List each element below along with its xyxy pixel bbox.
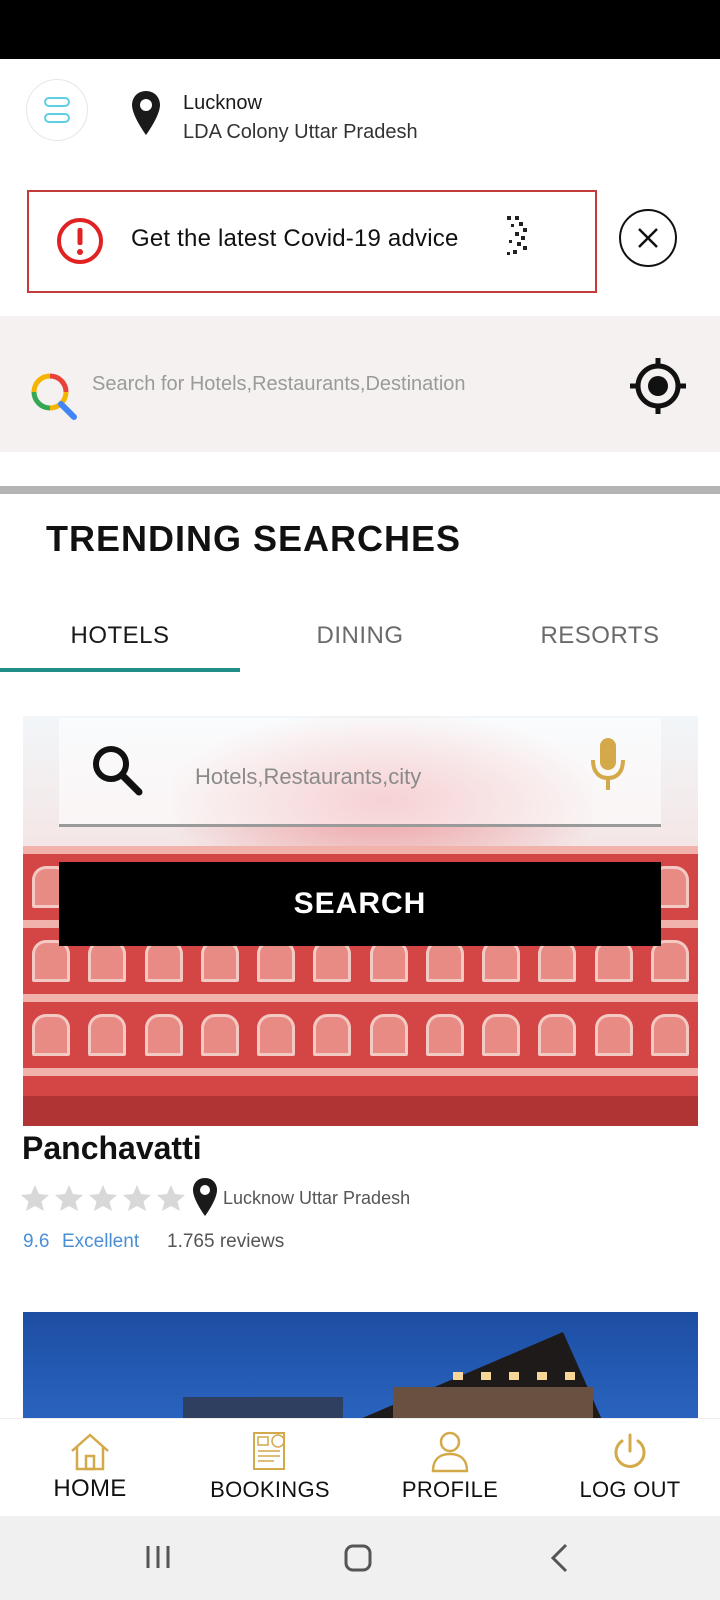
location-pin-icon xyxy=(193,1178,217,1216)
star-icon xyxy=(123,1185,151,1211)
building-ledge xyxy=(23,994,698,1002)
profile-icon xyxy=(431,1431,469,1473)
hotel2-wall xyxy=(393,1387,593,1422)
qr-pattern-icon xyxy=(507,216,527,255)
star-icon xyxy=(157,1185,185,1211)
bottom-nav: HOME BOOKINGS PROFILE LOG OUT xyxy=(0,1418,720,1516)
menu-button[interactable] xyxy=(26,79,88,141)
menu-icon-bottom xyxy=(44,113,70,123)
search-input[interactable]: Search for Hotels,Restaurants,Destinatio… xyxy=(92,373,466,396)
rating-score: 9.6 xyxy=(23,1231,50,1252)
tab-active-indicator xyxy=(0,668,240,672)
hotel-image[interactable] xyxy=(23,1312,698,1422)
location-area[interactable]: LDA Colony Uttar Pradesh xyxy=(183,121,418,144)
trending-title: TRENDING SEARCHES xyxy=(46,518,462,559)
tab-hotels[interactable]: HOTELS xyxy=(0,600,240,672)
location-pin-icon xyxy=(132,91,160,135)
building-ledge xyxy=(23,846,698,854)
covid-banner-text: Get the latest Covid-19 advice xyxy=(131,225,459,252)
home-icon xyxy=(71,1433,109,1471)
system-home-icon[interactable] xyxy=(344,1544,372,1572)
hero-search-underline xyxy=(59,824,661,827)
nav-bookings[interactable]: BOOKINGS xyxy=(180,1419,360,1517)
star-icon xyxy=(21,1185,49,1211)
status-bar xyxy=(0,0,720,59)
trending-tabs: HOTELS DINING RESORTS xyxy=(0,600,720,672)
power-icon xyxy=(614,1433,646,1468)
hotel2-lights xyxy=(453,1372,593,1380)
magnifier-icon xyxy=(93,746,143,796)
nav-logout[interactable]: LOG OUT xyxy=(540,1419,720,1517)
nav-home-label: HOME xyxy=(53,1475,127,1502)
microphone-icon[interactable] xyxy=(589,736,627,792)
hero-search-input[interactable]: Hotels,Restaurants,city xyxy=(195,764,421,790)
nav-bookings-label: BOOKINGS xyxy=(210,1477,330,1502)
bookings-icon xyxy=(253,1432,285,1470)
covid-banner[interactable]: Get the latest Covid-19 advice xyxy=(27,190,597,293)
building-ledge xyxy=(23,1068,698,1076)
hero-search-field[interactable]: Hotels,Restaurants,city xyxy=(59,718,661,826)
close-icon xyxy=(638,228,658,248)
window-row xyxy=(23,1008,698,1062)
nav-logout-label: LOG OUT xyxy=(579,1477,681,1502)
tab-resorts[interactable]: RESORTS xyxy=(480,600,720,672)
search-button[interactable]: SEARCH xyxy=(59,862,661,946)
hero-ground xyxy=(23,1096,698,1126)
recent-apps-icon[interactable] xyxy=(144,1544,172,1570)
hotel-name[interactable]: Panchavatti xyxy=(22,1130,202,1167)
review-count[interactable]: 1.765 reviews xyxy=(167,1231,284,1253)
nav-profile-label: PROFILE xyxy=(401,1477,499,1502)
star-rating xyxy=(20,1183,186,1215)
section-divider xyxy=(0,486,720,494)
rating-label: Excellent xyxy=(62,1231,140,1252)
nav-profile[interactable]: PROFILE xyxy=(360,1419,540,1517)
star-icon xyxy=(55,1185,83,1211)
nav-home[interactable]: HOME xyxy=(0,1419,180,1517)
hotel-location: Lucknow Uttar Pradesh xyxy=(223,1188,411,1208)
location-city[interactable]: Lucknow xyxy=(183,92,262,115)
gps-locate-icon[interactable] xyxy=(628,356,688,416)
system-nav-bar xyxy=(0,1516,720,1600)
tab-dining[interactable]: DINING xyxy=(240,600,480,672)
search-icon xyxy=(31,373,77,420)
menu-icon-top xyxy=(44,97,70,107)
star-icon xyxy=(89,1185,117,1211)
alert-icon xyxy=(57,218,103,264)
system-back-icon[interactable] xyxy=(548,1542,570,1574)
close-banner-button[interactable] xyxy=(619,209,677,267)
header: Lucknow LDA Colony Uttar Pradesh xyxy=(0,59,720,177)
search-bar[interactable]: Search for Hotels,Restaurants,Destinatio… xyxy=(0,316,720,452)
